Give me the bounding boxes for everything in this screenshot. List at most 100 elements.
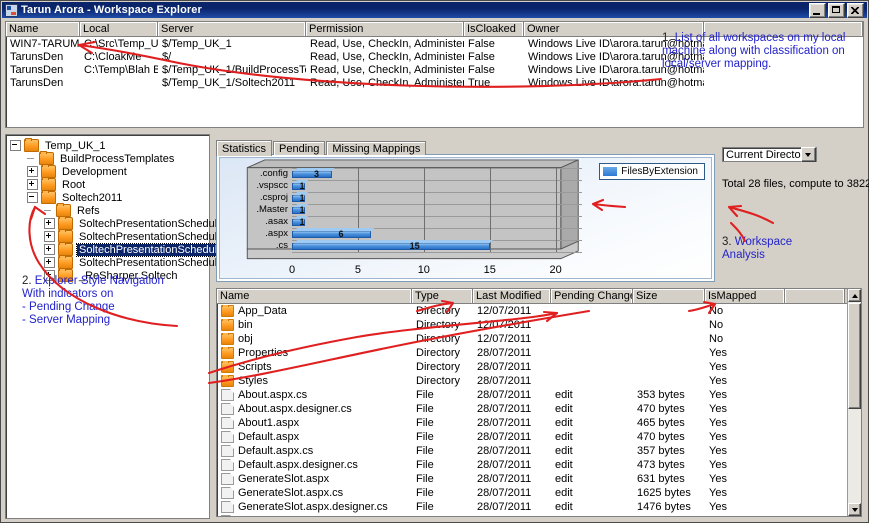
files-cell-type: File [416,473,434,485]
tree-node[interactable]: Soltech2011 [10,190,209,204]
workspaces-column-header[interactable]: Local [80,22,158,36]
table-row[interactable]: GenerateSlot.aspx.designer.cs File 28/07/2… [217,500,861,514]
file-icon [221,417,234,429]
chart-gridline [292,192,582,193]
files-cell-name: Global.asax [217,515,412,516]
expand-icon[interactable] [44,257,55,268]
table-row[interactable]: GenerateSlot.aspx File 28/07/2011 edit 631 b… [217,472,861,486]
file-name-label: GenerateSlot.aspx [238,473,330,485]
table-row[interactable]: obj Directory 12/07/2011 No [217,332,861,346]
folder-tree[interactable]: Temp_UK_1 BuildProcessTemplates Developmen… [6,135,274,282]
tree-node[interactable]: SoltechPresentationScheduler.Deploy [10,229,264,243]
files-column-header[interactable]: IsMapped [705,289,785,303]
table-row[interactable]: About.aspx.cs File 28/07/2011 edit 353 bytes… [217,388,861,402]
folder-icon [221,375,234,387]
tree-node[interactable]: SoltechPresentationScheduler.Business [10,216,274,230]
files-grid-header[interactable]: Name Type Last Modified Pending Change Size I… [217,289,861,304]
folder-icon [24,138,39,152]
files-cell-modified: 28/07/2011 [473,515,551,516]
collapse-icon[interactable] [10,140,21,151]
scroll-down-icon[interactable] [848,503,861,516]
chevron-down-icon[interactable] [801,147,816,162]
workspaces-column-header[interactable]: IsCloaked [464,22,524,36]
files-grid-scrollbar[interactable] [847,289,861,516]
tree-node[interactable]: Refs [10,203,209,217]
files-column-header[interactable]: Pending Change [551,289,633,303]
annotation-1-text: List of all workspaces on my local machi… [662,32,846,70]
expand-icon[interactable] [44,231,55,242]
tree-node-label: Refs [77,204,100,217]
workspaces-cell-name: TarunsDen [10,50,64,63]
files-cell-mapped: Yes [709,361,727,373]
table-row[interactable]: Default.aspx.cs File 28/07/2011 edit 357 byt… [217,444,861,458]
table-row[interactable]: App_Data Directory 12/07/2011 No [217,304,861,318]
file-icon [221,473,234,485]
table-row[interactable]: Default.aspx File 28/07/2011 edit 470 bytes Y… [217,430,861,444]
files-column-header[interactable]: Last Modified [473,289,551,303]
table-row[interactable]: Styles Directory 28/07/2011 Yes [217,374,861,388]
folder-icon [221,347,234,359]
tab-statistics[interactable]: Statistics [216,140,273,156]
table-row[interactable]: GenerateSlot.aspx.cs File 28/07/2011 edit 16… [217,486,861,500]
expand-icon[interactable] [44,218,55,229]
scope-dropdown[interactable]: Current Directory [722,147,817,162]
table-row[interactable]: TarunsDen $/Temp_UK_1/Soltech2011 Read, Us… [6,76,863,89]
files-cell-name: Scripts [217,361,412,373]
table-row[interactable]: bin Directory 12/07/2011 No [217,318,861,332]
expand-icon[interactable] [27,179,38,190]
tab-pending[interactable]: Pending [273,141,326,155]
chart-x-tick: 10 [417,264,430,276]
minimize-button[interactable] [809,2,826,18]
files-cell-modified: 28/07/2011 [477,459,532,471]
tree-node[interactable]: Root [10,177,209,191]
workspaces-column-header[interactable]: Server [158,22,306,36]
tree-node[interactable]: SoltechPresentationSchedulerDb [10,255,241,269]
workspaces-cell-iscloaked: False [468,63,495,76]
workspaces-cell-owner: Windows Live ID\arora.tarun@hotmail.com [528,76,704,89]
table-row[interactable]: About.aspx.designer.cs File 28/07/2011 edit… [217,402,861,416]
legend-label: FilesByExtension [621,166,698,177]
tree-line-icon [27,154,36,163]
table-row[interactable]: Default.aspx.designer.cs File 28/07/2011 ed… [217,458,861,472]
files-cell-modified: 28/07/2011 [477,347,532,359]
file-name-label: Scripts [238,361,272,373]
annotation-2-number: 2. [22,275,32,287]
table-row[interactable]: Properties Directory 28/07/2011 Yes [217,346,861,360]
workspaces-cell-server: $/Temp_UK_1/BuildProcessTemplates [162,63,306,76]
table-row[interactable]: Global.asax File28/07/2011edit116 bytesYe… [217,514,861,516]
collapse-icon[interactable] [27,192,38,203]
scroll-up-icon[interactable] [848,289,861,302]
chart-category-label: .asax [265,216,288,227]
scrollbar-thumb[interactable] [848,303,861,409]
files-cell-pending: edit [555,459,573,471]
close-button[interactable] [847,2,864,18]
file-name-label: Properties [238,347,289,359]
table-row[interactable]: About1.aspx File 28/07/2011 edit 465 bytes Ye… [217,416,861,430]
workspaces-cell-permission: Read, Use, CheckIn, Administer [310,37,464,50]
maximize-button[interactable] [828,2,845,18]
chart-bar [292,231,371,238]
files-column-header[interactable]: Size [633,289,705,303]
workspaces-column-header[interactable]: Name [6,22,80,36]
file-icon [221,501,234,513]
files-column-header[interactable]: Name [217,289,412,303]
tree-node[interactable]: Development [10,164,209,178]
tree-node[interactable]: SoltechPresentationScheduler.Web [10,242,255,257]
files-column-header[interactable]: Type [412,289,473,303]
tab-missing-mappings[interactable]: Missing Mappings [326,141,427,155]
files-grid[interactable]: Name Type Last Modified Pending Change Size I… [216,288,862,517]
expand-icon[interactable] [44,244,55,255]
tab-strip[interactable]: Statistics Pending Missing Mappings [216,140,427,156]
tree-node[interactable]: BuildProcessTemplates [10,151,209,165]
files-grid-body[interactable]: App_Data Directory 12/07/2011 No bin Director… [217,304,861,516]
file-name-label: Styles [238,375,268,387]
file-name-label: obj [238,333,253,345]
file-icon [221,459,234,471]
table-row[interactable]: Scripts Directory 28/07/2011 Yes [217,360,861,374]
workspaces-column-header[interactable]: Permission [306,22,464,36]
folder-tree-panel[interactable]: Temp_UK_1 BuildProcessTemplates Developmen… [5,134,274,519]
files-column-header[interactable] [785,289,845,303]
expand-icon[interactable] [27,166,38,177]
file-icon [221,445,234,457]
chart-bar-top [293,228,375,232]
